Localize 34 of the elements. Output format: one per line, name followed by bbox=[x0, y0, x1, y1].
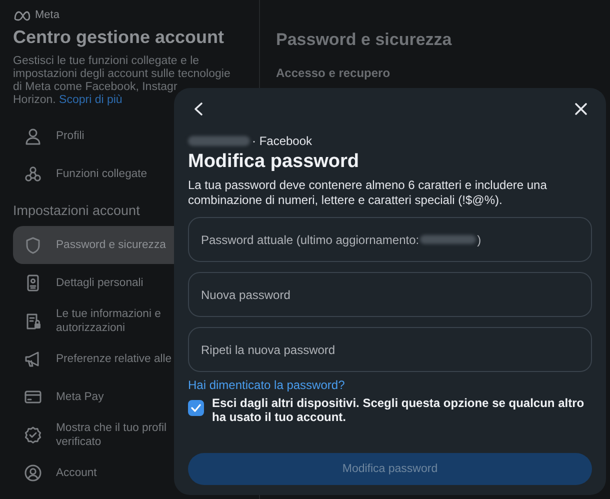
dialog-description: La tua password deve contenere almeno 6 caratteri e includere una combinazione di numeri, lettere e caratteri speciali (!$@%). bbox=[188, 178, 548, 207]
card-icon bbox=[24, 388, 42, 406]
password-field[interactable]: Nuova password bbox=[188, 272, 592, 317]
description-text: impostazioni degli account sulle tecnologie bbox=[13, 68, 230, 80]
section-title: Password e sicurezza bbox=[276, 30, 453, 50]
close-icon bbox=[574, 102, 588, 116]
checkbox-label: Esci dagli altri dispositivi. Scegli questa opzione se qualcun altro ha usato il tuo account. bbox=[212, 397, 586, 424]
placeholder-text: Ripeti la nuova password bbox=[201, 342, 336, 356]
password-field[interactable]: Ripeti la nuova password bbox=[188, 327, 592, 372]
account-icon bbox=[24, 464, 42, 482]
check-icon bbox=[191, 404, 201, 412]
account-label: · Facebook bbox=[252, 134, 312, 148]
page-title: Centro gestione account bbox=[13, 27, 226, 48]
placeholder-text: ) bbox=[477, 232, 482, 246]
redacted-name bbox=[188, 136, 250, 146]
subsection-title: Accesso e recupero bbox=[276, 66, 392, 80]
placeholder-text: Nuova password bbox=[201, 288, 290, 302]
forgot-password-link[interactable]: Hai dimenticato la password? bbox=[188, 378, 345, 392]
brand-name: Meta bbox=[35, 9, 60, 21]
document-lock-icon bbox=[24, 312, 42, 330]
password-field[interactable]: Password attuale (ultimo aggiornamento: ) bbox=[188, 217, 592, 262]
learn-more-link[interactable]: Scopri di più bbox=[59, 94, 122, 106]
checkbox[interactable] bbox=[188, 400, 204, 416]
meta-logo-icon bbox=[13, 10, 33, 20]
person-icon bbox=[24, 127, 42, 145]
verified-badge-icon bbox=[24, 426, 42, 444]
description-text: Horizon. bbox=[13, 94, 56, 106]
section-heading: Impostazioni account bbox=[13, 202, 140, 220]
shield-icon bbox=[24, 236, 42, 254]
description-text: Gestisci le tue funzioni collegate e le bbox=[13, 55, 200, 67]
dialog-title: Modifica password bbox=[188, 151, 360, 173]
megaphone-icon bbox=[24, 350, 42, 368]
description-text: di Meta come Facebook, Instagr bbox=[13, 81, 178, 93]
nodes-icon bbox=[24, 165, 42, 183]
